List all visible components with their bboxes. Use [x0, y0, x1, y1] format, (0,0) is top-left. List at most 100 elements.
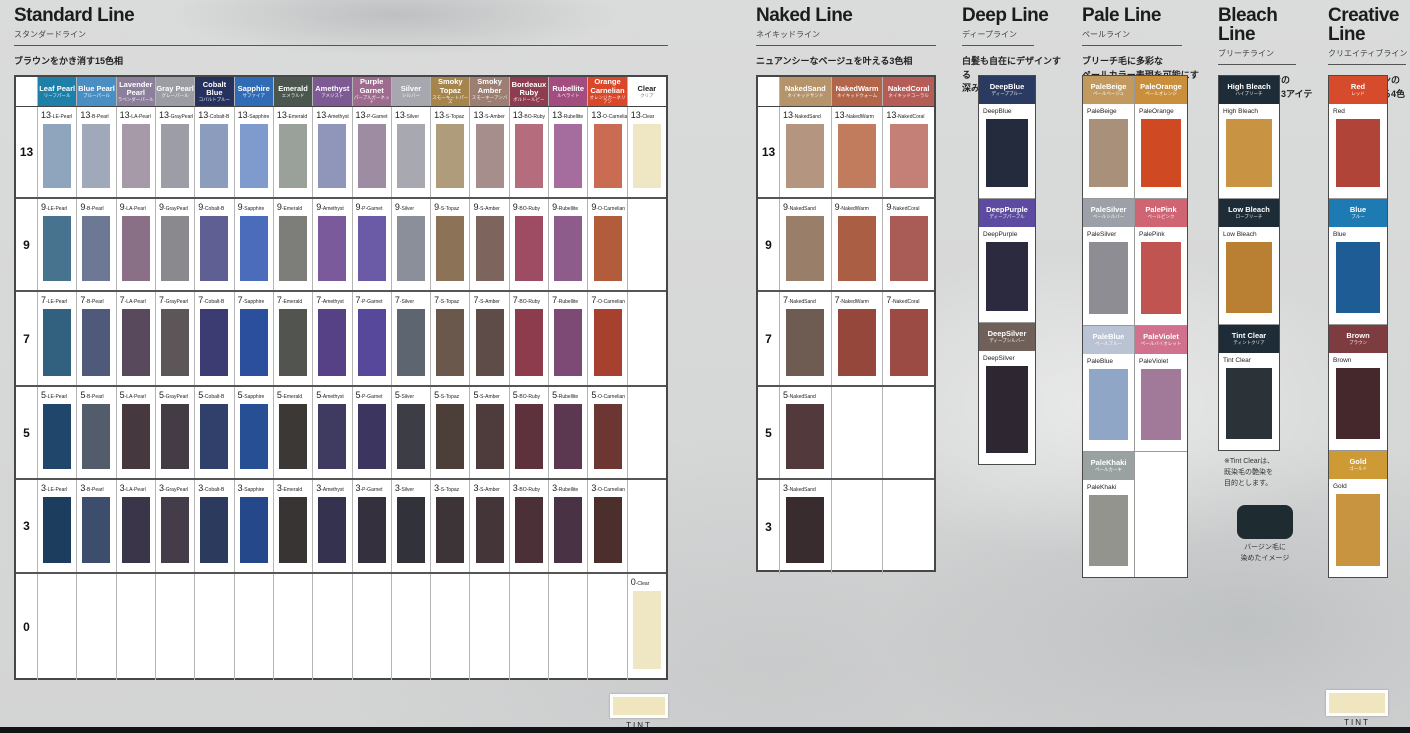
block-name: DeepBlue: [990, 83, 1025, 91]
swatch-cell: 5-BO-Ruby: [510, 387, 549, 478]
column-name-jp: エメラルド: [282, 94, 305, 99]
swatch-suffix: -P-Garnet: [361, 299, 383, 305]
swatch-cell: [628, 199, 666, 290]
bottom-black-bar: [0, 727, 1410, 733]
hair-swatch: [1141, 369, 1181, 440]
swatch-cell: 7-NakedCoral: [883, 292, 934, 385]
swatch-cell: 3-Amethyst: [313, 480, 352, 572]
swatch-level: 13: [159, 110, 169, 120]
swatch-cell: 9-BO-Ruby: [510, 199, 549, 290]
swatch-suffix: -LA-Pearl: [125, 487, 146, 493]
swatch-level: 13: [238, 110, 248, 120]
swatch-code: 7-GrayPearl: [156, 294, 194, 307]
hair-swatch: [161, 124, 189, 188]
block-name-jp: ペールオレンジ: [1145, 92, 1177, 97]
swatch-suffix: -Amethyst: [321, 299, 344, 305]
block-name: PaleBlue: [1093, 333, 1125, 341]
hair-swatch: [318, 497, 346, 563]
swatch-cell: 7-S-Topaz: [431, 292, 470, 385]
swatch-suffix: -BO-Ruby: [518, 487, 540, 493]
swatch-suffix: -S-Amber: [483, 114, 504, 120]
swatch-row: 33-NakedSand: [758, 480, 934, 574]
swatch-suffix: -Emerald: [282, 394, 302, 400]
swatch-suffix: -S-Topaz: [439, 487, 459, 493]
swatch-code: 3-Cobalt-B: [195, 482, 233, 495]
swatch-suffix: -Cobalt-B: [203, 299, 224, 305]
block-name-jp: ゴールド: [1349, 467, 1367, 472]
deep-color-stack: DeepBlueディープブルーDeepBlueDeepPurpleディープパープ…: [978, 75, 1036, 465]
swatch-code: 5-P-Garnet: [353, 389, 391, 402]
swatch-suffix: -B-Pearl: [85, 299, 103, 305]
block-label: Brown: [1329, 356, 1387, 366]
block-label: Low Bleach: [1219, 230, 1279, 240]
block-name: PaleSilver: [1091, 206, 1127, 214]
swatch-suffix: -S-Amber: [478, 299, 499, 305]
column-header: Bordeaux Rubyボルドールビー: [510, 77, 549, 106]
hair-swatch: [161, 309, 189, 376]
swatch-code: 0-Clear: [628, 576, 666, 589]
hair-swatch: [397, 309, 425, 376]
swatch-suffix: -Silver: [400, 487, 414, 493]
hair-swatch: [594, 124, 622, 188]
swatch-level: 13: [41, 110, 51, 120]
swatch-code: 3-Amethyst: [313, 482, 351, 495]
swatch-cell: 3-Sapphire: [235, 480, 274, 572]
pale-color-block: PalePinkペールピンクPalePink: [1135, 199, 1187, 326]
hair-swatch: [43, 309, 71, 376]
swatch-code: 5-LE-Pearl: [38, 389, 76, 402]
block-header: Redレッド: [1329, 76, 1387, 104]
swatch-cell: [549, 574, 588, 680]
swatch-cell: 7-O-Carnelian: [588, 292, 627, 385]
block-header: High Bleachハイブリーチ: [1219, 76, 1279, 104]
swatch-suffix: -Sapphire: [248, 114, 270, 120]
swatch-cell: 13-Amethyst: [313, 107, 352, 197]
block-name-jp: ブラウン: [1349, 341, 1367, 346]
hair-swatch: [122, 309, 150, 376]
table-header-row: Leaf PearlリーフパールBlue PearlブルーパールLavender…: [16, 77, 666, 107]
block-body: Blue: [1329, 227, 1387, 324]
block-label: Red: [1329, 107, 1387, 117]
column-name-jp: オレンジカーネリアン: [588, 96, 626, 105]
swatch-code: 7-LA-Pearl: [117, 294, 155, 307]
hair-swatch: [43, 124, 71, 188]
hair-swatch: [82, 404, 110, 469]
hair-swatch: [358, 497, 386, 563]
swatch-suffix: -Amethyst: [321, 206, 344, 212]
hair-swatch: [1336, 368, 1380, 439]
naked-swatch-table: NakedSandネイキッドサンドNakedWarmネイキッドウォームNaked…: [756, 75, 936, 572]
standard-rule: [14, 45, 668, 46]
block-name: Blue: [1350, 206, 1366, 214]
block-name-jp: ティントクリア: [1233, 341, 1264, 346]
swatch-code: 3-Rubellite: [549, 482, 587, 495]
block-name: PaleViolet: [1143, 333, 1179, 341]
swatch-suffix: -LA-Pearl: [130, 114, 151, 120]
column-name: Silver: [401, 85, 421, 93]
swatch-suffix: -Silver: [405, 114, 419, 120]
block-body: DeepSilver: [979, 351, 1035, 464]
swatch-cell: [235, 574, 274, 680]
swatch-code: 9-Sapphire: [235, 201, 273, 214]
block-name: DeepSilver: [988, 330, 1027, 338]
block-name: Red: [1351, 83, 1365, 91]
swatch-code: 5-B-Pearl: [77, 389, 115, 402]
block-body: DeepPurple: [979, 227, 1035, 322]
swatch-code: 3-Silver: [392, 482, 430, 495]
column-name-jp: アメジスト: [321, 94, 343, 99]
swatch-cell: 3-P-Garnet: [353, 480, 392, 572]
column-header: Emeraldエメラルド: [274, 77, 313, 106]
swatch-suffix: -LE-Pearl: [46, 299, 67, 305]
swatch-code: 5-GrayPearl: [156, 389, 194, 402]
hair-swatch: [358, 404, 386, 469]
swatch-cell: 3-Cobalt-B: [195, 480, 234, 572]
swatch-code: 13-P-Garnet: [353, 109, 391, 122]
swatch-code: 5-Cobalt-B: [195, 389, 233, 402]
swatch-suffix: -NakedWarm: [840, 299, 869, 305]
swatch-code: 7-Cobalt-B: [195, 294, 233, 307]
level-label: 7: [758, 292, 780, 385]
block-header: PaleSilverペールシルバー: [1083, 199, 1134, 227]
swatch-code: 13-S-Amber: [470, 109, 508, 122]
standard-title: Standard Line: [14, 6, 668, 25]
hair-swatch: [594, 216, 622, 281]
swatch-code: 13-O-Carnelian: [588, 109, 626, 122]
hair-swatch: [200, 497, 228, 563]
